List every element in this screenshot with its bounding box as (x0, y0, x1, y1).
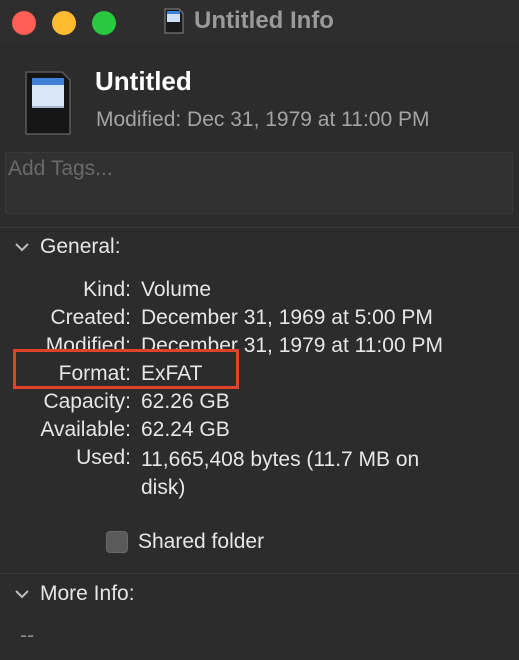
row-value: December 31, 1969 at 5:00 PM (141, 306, 433, 329)
chevron-down-icon (15, 590, 29, 599)
chevron-down-icon (15, 243, 29, 252)
info-row-kind: Kind: Volume (0, 278, 519, 306)
file-modified-date: Modified: Dec 31, 1979 at 11:00 PM (96, 108, 430, 131)
file-name: Untitled (95, 66, 192, 96)
general-section-label: General: (40, 235, 121, 258)
row-value: 62.24 GB (141, 418, 230, 441)
row-label: Created: (50, 306, 131, 329)
info-row-available: Available: 62.24 GB (0, 418, 519, 446)
shared-folder-checkbox[interactable]: Shared folder (106, 530, 264, 554)
divider (0, 573, 519, 574)
info-header: Untitled Modified: Dec 31, 1979 at 11:00… (0, 42, 519, 150)
checkbox-box[interactable] (106, 531, 128, 553)
window-title: Untitled Info (194, 7, 334, 34)
row-label: Available: (40, 418, 131, 441)
general-section-toggle[interactable]: General: (14, 235, 121, 259)
row-label: Kind: (83, 278, 131, 301)
info-row-capacity: Capacity: 62.26 GB (0, 390, 519, 418)
shared-folder-label: Shared folder (138, 530, 265, 553)
zoom-button[interactable] (92, 11, 116, 35)
minimize-button[interactable] (52, 11, 76, 35)
row-value: 11,665,408 bytes (11.7 MB on disk) (141, 448, 420, 499)
row-value: Volume (141, 278, 212, 301)
tags-field-container (5, 152, 513, 214)
close-button[interactable] (12, 11, 36, 35)
more-info-section-label: More Info: (40, 582, 135, 605)
info-row-created: Created: December 31, 1969 at 5:00 PM (0, 306, 519, 334)
divider (0, 227, 519, 228)
title-bar[interactable]: Untitled Info (0, 0, 519, 42)
more-info-section-toggle[interactable]: More Info: (14, 582, 135, 606)
info-row-used: Used: 11,665,408 bytes (11.7 MB on disk) (0, 446, 519, 499)
row-value: 62.26 GB (141, 390, 230, 413)
sd-card-icon (164, 8, 184, 34)
sd-card-icon (25, 71, 71, 135)
row-label: Capacity: (43, 390, 131, 413)
window-title-group: Untitled Info (164, 6, 334, 36)
info-window: Untitled Info Untitled Modified: Dec 31,… (0, 0, 519, 660)
more-info-value: -- (20, 624, 34, 647)
highlight-annotation-box (13, 349, 239, 389)
row-label: Used: (76, 446, 131, 469)
tags-input[interactable] (6, 153, 500, 185)
